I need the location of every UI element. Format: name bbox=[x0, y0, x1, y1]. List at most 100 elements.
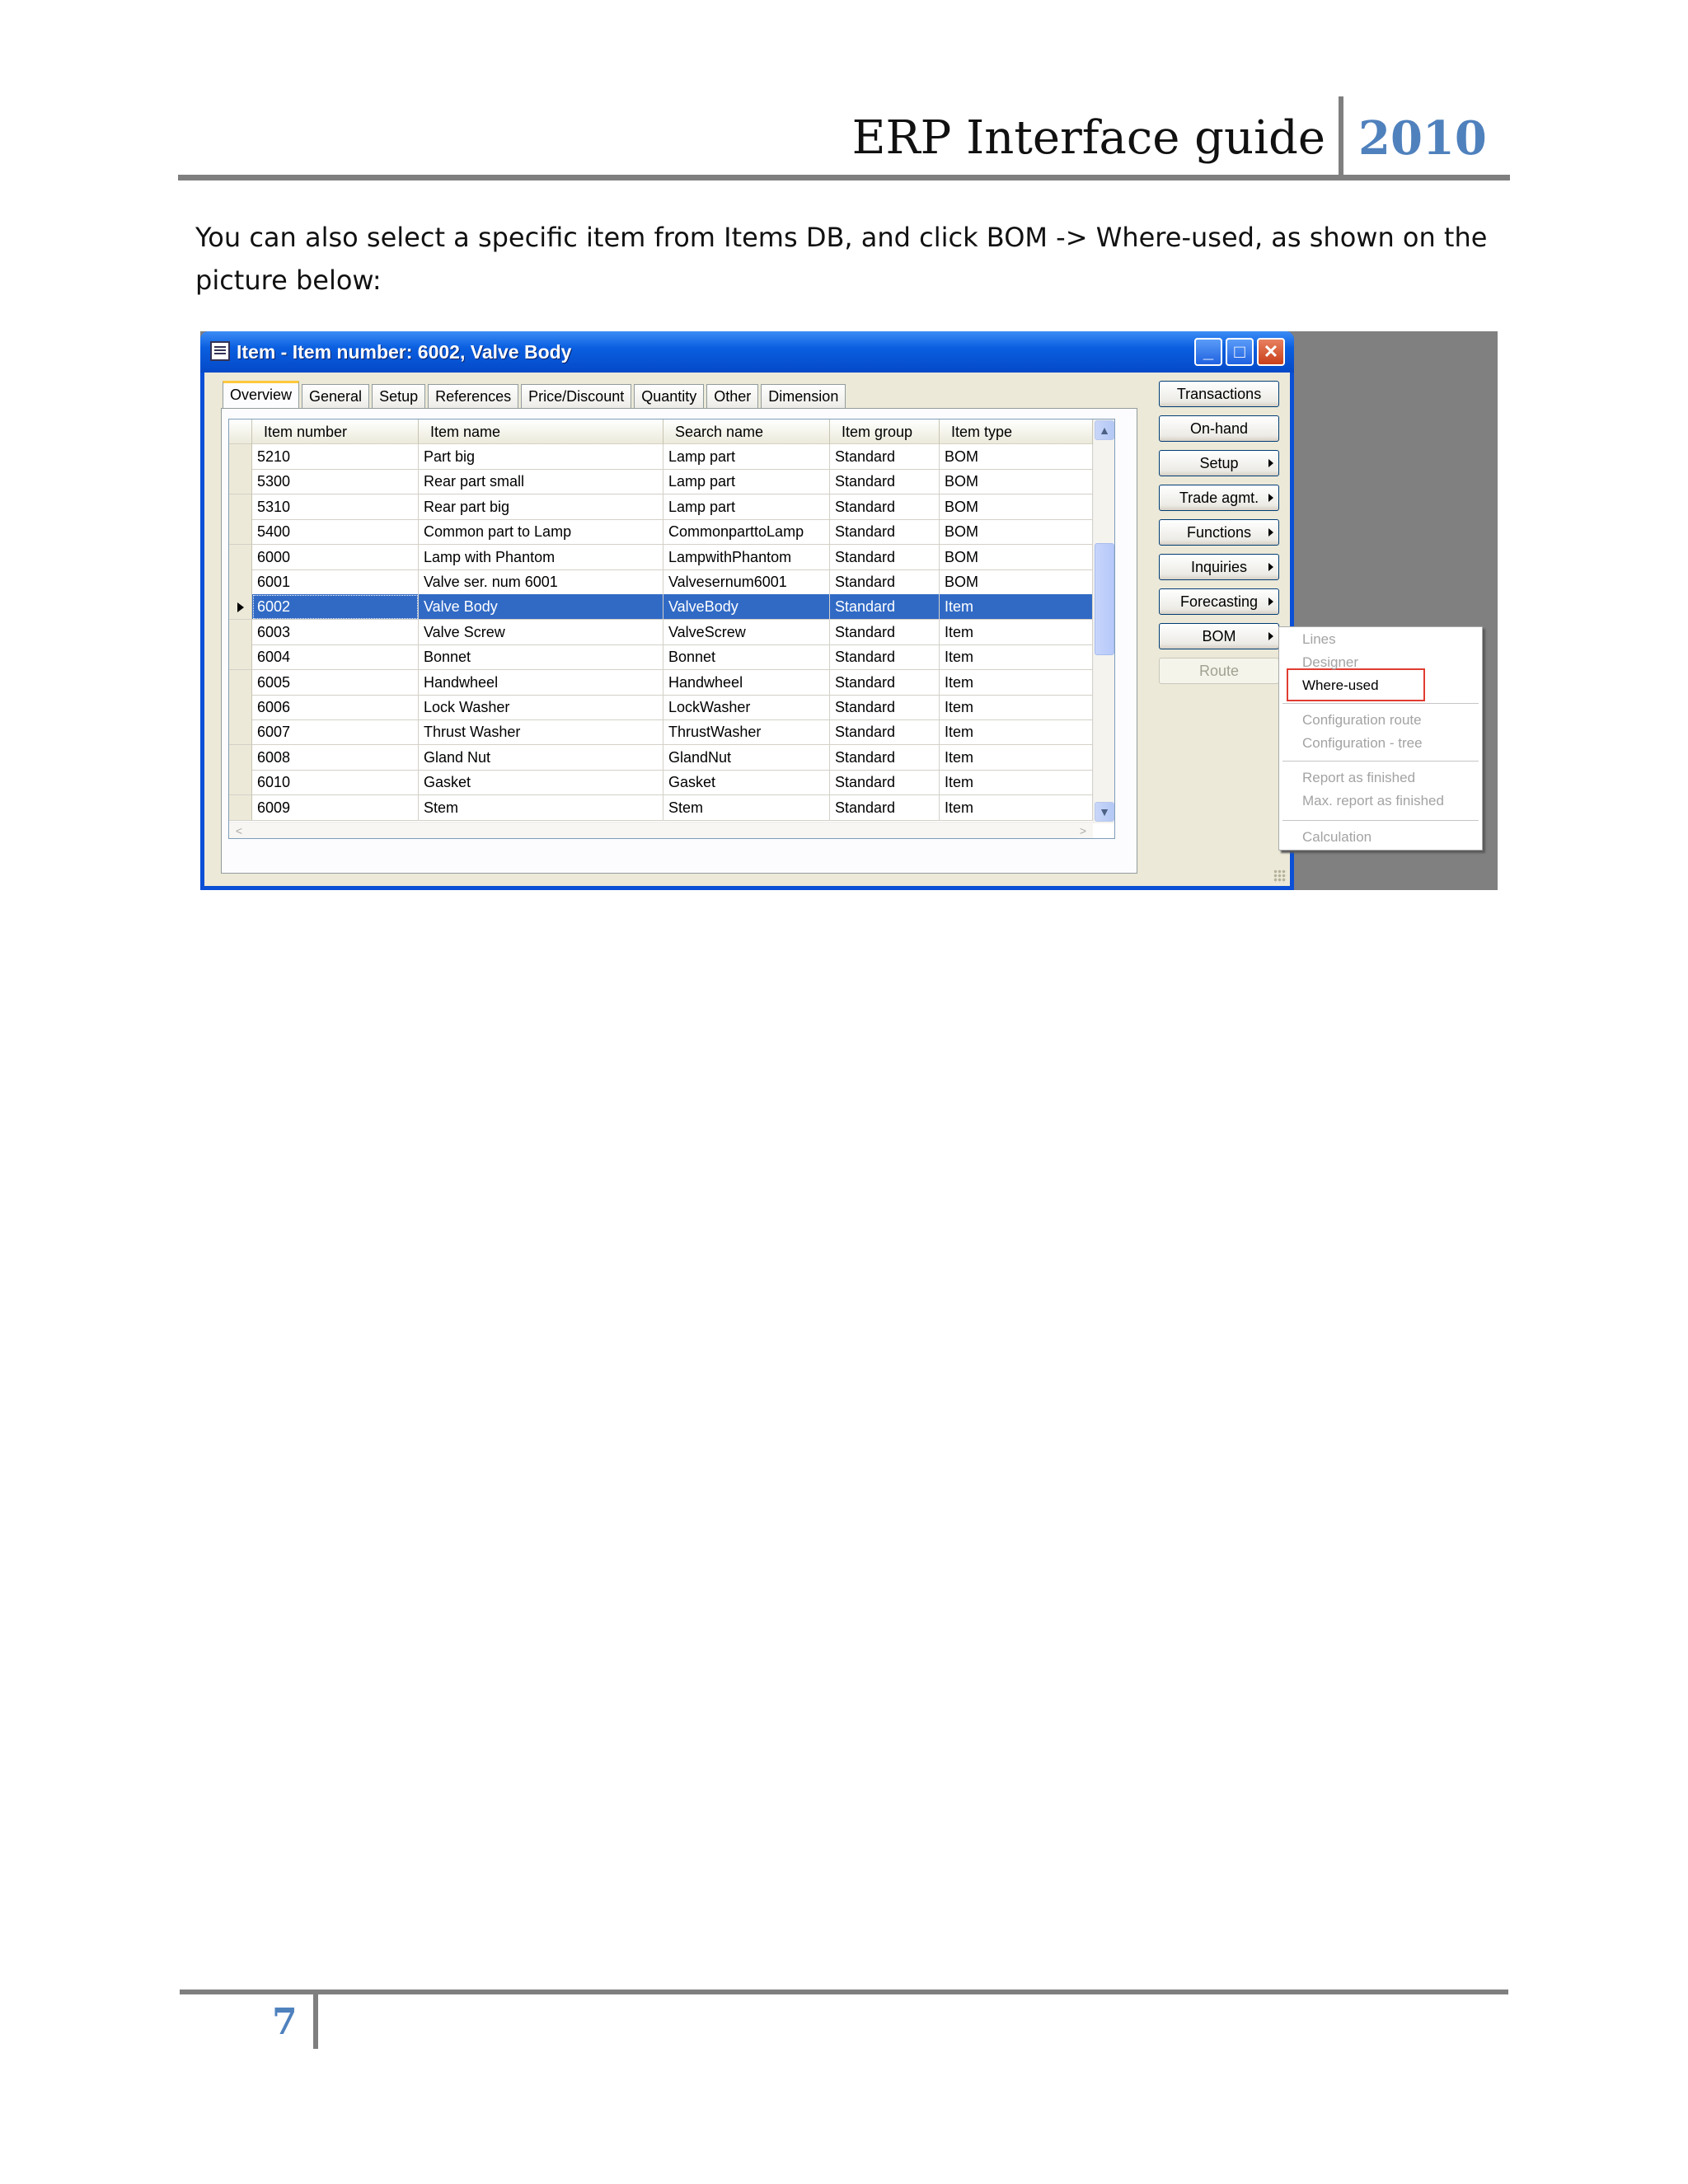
table-cell[interactable]: Standard bbox=[830, 794, 940, 821]
table-cell[interactable]: BOM bbox=[940, 519, 1093, 546]
menu-item-calculation[interactable]: Calculation bbox=[1302, 828, 1372, 846]
table-cell[interactable]: Lamp with Phantom bbox=[419, 544, 663, 570]
table-cell[interactable]: BOM bbox=[940, 444, 1093, 470]
menu-item-report-as-finished[interactable]: Report as finished bbox=[1302, 769, 1415, 787]
table-cell[interactable]: Standard bbox=[830, 569, 940, 595]
table-cell[interactable]: Lamp part bbox=[663, 494, 830, 520]
table-cell[interactable]: Rear part big bbox=[419, 494, 663, 520]
table-cell[interactable]: Lock Washer bbox=[419, 695, 663, 720]
forecasting-button[interactable]: Forecasting bbox=[1159, 588, 1279, 615]
table-cell[interactable]: 6008 bbox=[252, 744, 419, 771]
row-selector[interactable] bbox=[229, 544, 252, 570]
functions-button[interactable]: Functions bbox=[1159, 519, 1279, 546]
scroll-up-icon[interactable]: ▲ bbox=[1095, 420, 1114, 440]
row-selector[interactable] bbox=[229, 469, 252, 495]
table-cell[interactable]: Handwheel bbox=[663, 669, 830, 696]
table-cell[interactable]: 6006 bbox=[252, 695, 419, 720]
table-row[interactable]: 6008 Gland Nut GlandNut Standard Item bbox=[229, 744, 1093, 771]
table-cell[interactable]: GlandNut bbox=[663, 744, 830, 771]
table-cell[interactable]: BOM bbox=[940, 544, 1093, 570]
table-cell[interactable]: Rear part small bbox=[419, 469, 663, 495]
table-cell[interactable]: BOM bbox=[940, 469, 1093, 495]
table-cell[interactable]: Bonnet bbox=[663, 644, 830, 671]
column-header[interactable]: Item name bbox=[419, 419, 663, 444]
row-selector[interactable] bbox=[229, 744, 252, 771]
table-cell[interactable]: Item bbox=[940, 695, 1093, 720]
table-cell[interactable]: 6007 bbox=[252, 719, 419, 746]
close-button[interactable]: ✕ bbox=[1257, 338, 1285, 366]
table-cell[interactable]: Standard bbox=[830, 695, 940, 720]
table-row[interactable]: 6010 Gasket Gasket Standard Item bbox=[229, 770, 1093, 796]
tab-dimension[interactable]: Dimension bbox=[761, 384, 846, 409]
table-cell[interactable]: Handwheel bbox=[419, 669, 663, 696]
table-row[interactable]: 5310 Rear part big Lamp part Standard BOM bbox=[229, 494, 1093, 520]
table-cell[interactable]: Common part to Lamp bbox=[419, 519, 663, 546]
title-bar[interactable]: Item - Item number: 6002, Valve Body _ □… bbox=[200, 331, 1294, 373]
table-cell[interactable]: 5400 bbox=[252, 519, 419, 546]
trade-agmt-button[interactable]: Trade agmt. bbox=[1159, 485, 1279, 511]
table-row[interactable]: 6006 Lock Washer LockWasher Standard Item bbox=[229, 695, 1093, 720]
table-row[interactable]: 6001 Valve ser. num 6001 Valvesernum6001 St… bbox=[229, 569, 1093, 595]
table-cell[interactable]: Part big bbox=[419, 444, 663, 470]
row-selector[interactable] bbox=[229, 644, 252, 671]
table-cell[interactable]: Standard bbox=[830, 644, 940, 671]
table-cell[interactable]: Gland Nut bbox=[419, 744, 663, 771]
menu-item-where-used[interactable]: Where-used bbox=[1302, 677, 1379, 695]
table-cell[interactable]: LockWasher bbox=[663, 695, 830, 720]
row-selector[interactable] bbox=[229, 519, 252, 546]
table-row[interactable]: 5210 Part big Lamp part Standard BOM bbox=[229, 444, 1093, 470]
table-cell[interactable]: Thrust Washer bbox=[419, 719, 663, 746]
table-cell[interactable]: CommonparttoLamp bbox=[663, 519, 830, 546]
table-row[interactable]: 5300 Rear part small Lamp part Standard BOM bbox=[229, 469, 1093, 495]
table-cell[interactable]: 6002 bbox=[252, 594, 419, 621]
table-cell[interactable]: Standard bbox=[830, 544, 940, 570]
table-cell[interactable]: Valve ser. num 6001 bbox=[419, 569, 663, 595]
table-cell[interactable]: Item bbox=[940, 719, 1093, 746]
table-cell[interactable]: Item bbox=[940, 794, 1093, 821]
table-cell[interactable]: Standard bbox=[830, 669, 940, 696]
row-selector[interactable] bbox=[229, 695, 252, 720]
table-cell[interactable]: Item bbox=[940, 669, 1093, 696]
table-cell[interactable]: Item bbox=[940, 644, 1093, 671]
table-cell[interactable]: Standard bbox=[830, 444, 940, 470]
menu-item-max-report-as-finished[interactable]: Max. report as finished bbox=[1302, 792, 1444, 810]
menu-item-configuration-tree[interactable]: Configuration - tree bbox=[1302, 734, 1423, 752]
table-row[interactable]: 6003 Valve Screw ValveScrew Standard Item bbox=[229, 619, 1093, 645]
tab-price-discount[interactable]: Price/Discount bbox=[521, 384, 632, 409]
table-cell[interactable]: 6005 bbox=[252, 669, 419, 696]
table-cell[interactable]: Standard bbox=[830, 594, 940, 621]
bom-button[interactable]: BOM bbox=[1159, 623, 1279, 649]
table-cell[interactable]: 6004 bbox=[252, 644, 419, 671]
table-cell[interactable]: Standard bbox=[830, 744, 940, 771]
table-cell[interactable]: Valve Body bbox=[419, 594, 663, 621]
table-cell[interactable]: Standard bbox=[830, 469, 940, 495]
row-selector[interactable] bbox=[229, 794, 252, 821]
column-header[interactable]: Search name bbox=[663, 419, 830, 444]
table-cell[interactable]: Gasket bbox=[419, 770, 663, 796]
table-cell[interactable]: Standard bbox=[830, 719, 940, 746]
tab-overview[interactable]: Overview bbox=[223, 381, 300, 409]
scroll-down-icon[interactable]: ▼ bbox=[1095, 802, 1114, 822]
table-cell[interactable]: 5310 bbox=[252, 494, 419, 520]
tab-other[interactable]: Other bbox=[706, 384, 759, 409]
horizontal-scrollbar[interactable]: < > bbox=[229, 822, 1093, 838]
tab-setup[interactable]: Setup bbox=[372, 384, 426, 409]
table-cell[interactable]: ValveScrew bbox=[663, 619, 830, 645]
table-cell[interactable]: 6001 bbox=[252, 569, 419, 595]
route-button[interactable]: Route bbox=[1159, 658, 1279, 684]
table-cell[interactable]: Standard bbox=[830, 619, 940, 645]
scroll-left-icon[interactable]: < bbox=[231, 823, 247, 838]
table-cell[interactable]: Gasket bbox=[663, 770, 830, 796]
tab-quantity[interactable]: Quantity bbox=[634, 384, 705, 409]
table-cell[interactable]: Lamp part bbox=[663, 469, 830, 495]
row-selector[interactable] bbox=[229, 669, 252, 696]
table-cell[interactable]: 5210 bbox=[252, 444, 419, 470]
row-selector[interactable] bbox=[229, 444, 252, 470]
table-cell[interactable]: Standard bbox=[830, 770, 940, 796]
table-cell[interactable]: 6010 bbox=[252, 770, 419, 796]
table-cell[interactable]: Valve Screw bbox=[419, 619, 663, 645]
row-selector[interactable] bbox=[229, 619, 252, 645]
items-grid[interactable]: Item number Item name Search name Item grou… bbox=[228, 419, 1115, 839]
table-cell[interactable]: 6009 bbox=[252, 794, 419, 821]
table-row[interactable]: 6004 Bonnet Bonnet Standard Item bbox=[229, 644, 1093, 671]
